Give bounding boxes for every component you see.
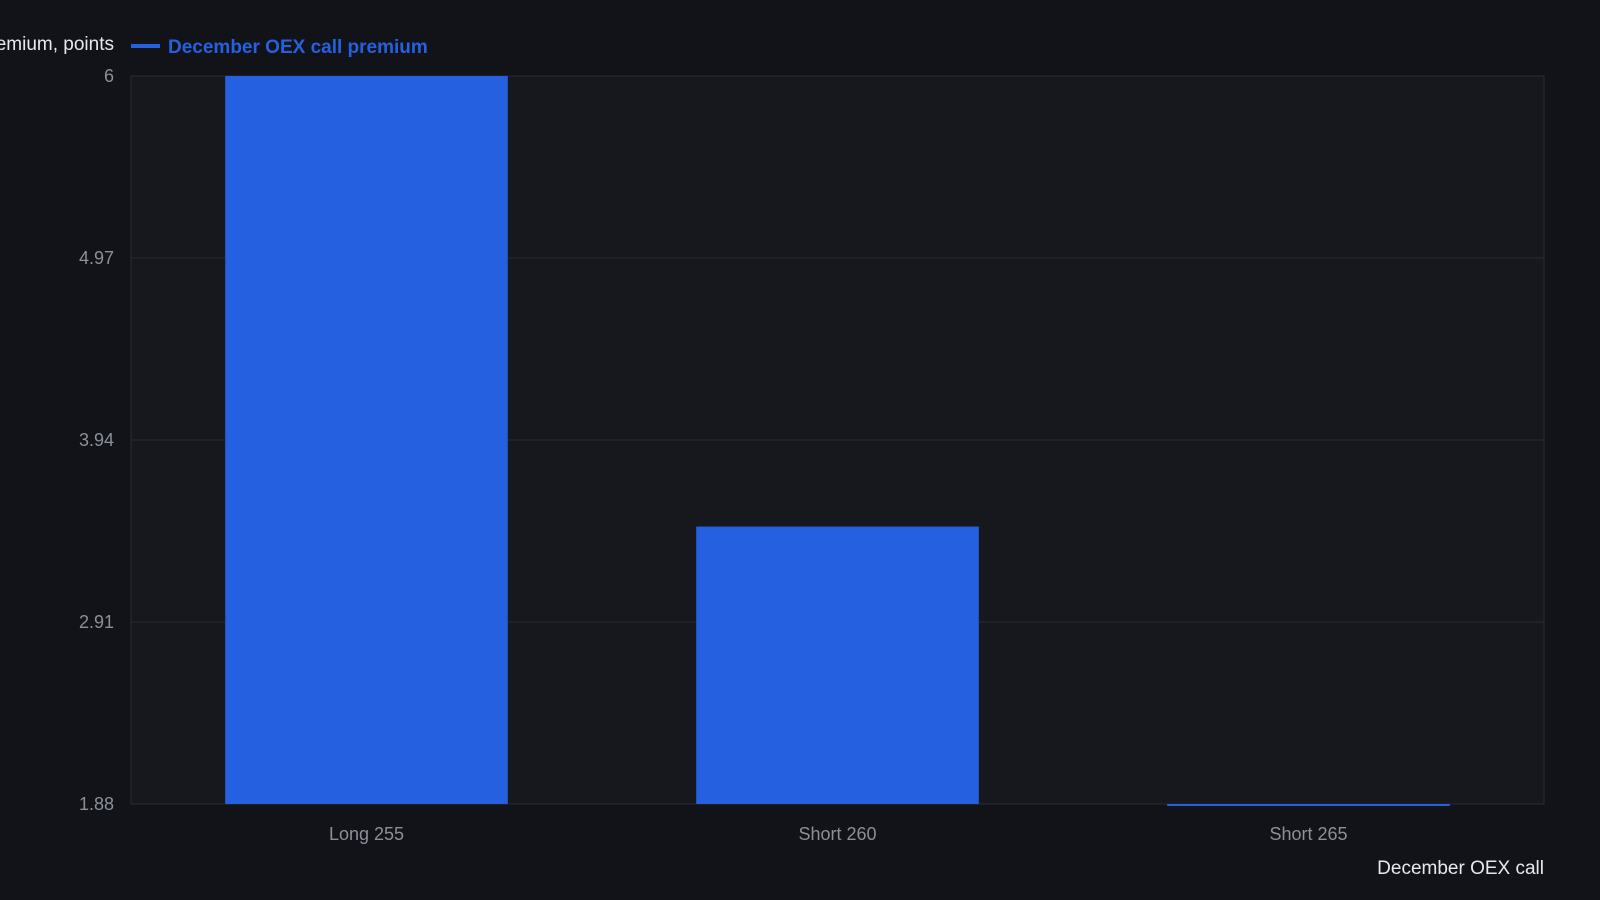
y-tick-label: 2.91 — [79, 612, 114, 632]
bar[interactable] — [225, 76, 508, 804]
x-axis-ticks: Long 255 Short 260 Short 265 — [329, 824, 1348, 844]
x-tick-label: Short 265 — [1269, 824, 1347, 844]
x-tick-label: Long 255 — [329, 824, 404, 844]
y-tick-label: 6 — [104, 66, 114, 86]
y-axis-title: emium, points — [0, 34, 114, 55]
x-axis-title: December OEX call — [1377, 858, 1544, 879]
y-tick-label: 3.94 — [79, 430, 114, 450]
legend[interactable]: December OEX call premium — [131, 37, 428, 58]
x-tick-label: Short 260 — [798, 824, 876, 844]
chart-container: 1.88 2.91 3.94 4.97 6 Long 255 Short 260 Short… — [0, 0, 1600, 900]
y-axis-ticks: 1.88 2.91 3.94 4.97 6 — [79, 66, 114, 814]
bar-chart: 1.88 2.91 3.94 4.97 6 Long 255 Short 260 Short… — [0, 34, 1545, 879]
bar[interactable] — [696, 526, 979, 804]
legend-label: December OEX call premium — [168, 37, 428, 58]
y-tick-label: 1.88 — [79, 794, 114, 814]
bar[interactable] — [1167, 804, 1450, 806]
y-tick-label: 4.97 — [79, 248, 114, 268]
